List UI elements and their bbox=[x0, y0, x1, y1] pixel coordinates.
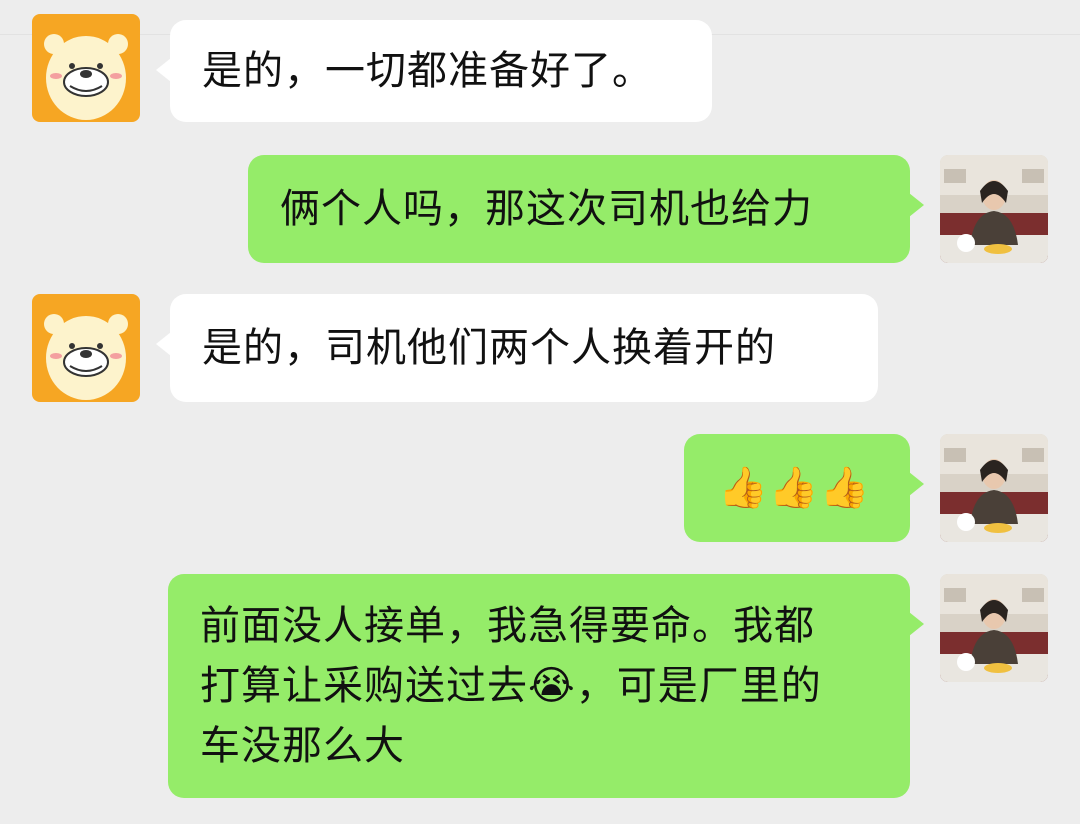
bear-avatar[interactable] bbox=[32, 294, 140, 402]
message-text: 是的，一切都准备好了。 bbox=[202, 48, 653, 94]
bear-avatar[interactable] bbox=[32, 14, 140, 122]
message-text-fragment: ，可是厂里的 bbox=[575, 663, 822, 709]
bear-avatar-image bbox=[32, 14, 140, 122]
message-bubble-outgoing[interactable]: 👍👍👍 bbox=[684, 434, 924, 542]
bubble-tail bbox=[156, 58, 171, 82]
message-text: 是的，司机他们两个人换着开的 bbox=[202, 325, 776, 371]
user-photo-avatar[interactable] bbox=[940, 574, 1048, 682]
crying-laughing-icon: 😭 bbox=[528, 663, 576, 709]
message-bubble-outgoing[interactable]: 前面没人接单，我急得要命。我都 打算让采购送过去😭，可是厂里的 车没那么大 bbox=[168, 574, 924, 798]
message-text-line-1: 前面没人接单，我急得要命。我都 bbox=[200, 603, 815, 649]
message-text: 俩个人吗，那这次司机也给力 bbox=[280, 186, 813, 232]
message-text-line-2: 打算让采购送过去😭，可是厂里的 bbox=[200, 656, 878, 716]
bubble-tail bbox=[909, 193, 924, 217]
user-photo-image bbox=[940, 434, 1048, 542]
user-photo-image bbox=[940, 574, 1048, 682]
user-photo-avatar[interactable] bbox=[940, 155, 1048, 263]
user-photo-image bbox=[940, 155, 1048, 263]
message-bubble-incoming[interactable]: 是的，司机他们两个人换着开的 bbox=[156, 294, 878, 402]
thumbs-up-icon: 👍👍👍 bbox=[718, 465, 871, 511]
message-text-line-3: 车没那么大 bbox=[200, 723, 405, 769]
bubble-tail bbox=[909, 472, 924, 496]
bubble-tail bbox=[156, 332, 171, 356]
message-text-fragment: 打算让采购送过去 bbox=[200, 663, 528, 709]
message-bubble-incoming[interactable]: 是的，一切都准备好了。 bbox=[156, 20, 712, 122]
message-bubble-outgoing[interactable]: 俩个人吗，那这次司机也给力 bbox=[248, 155, 924, 263]
bear-avatar-image bbox=[32, 294, 140, 402]
bubble-tail bbox=[909, 612, 924, 636]
user-photo-avatar[interactable] bbox=[940, 434, 1048, 542]
